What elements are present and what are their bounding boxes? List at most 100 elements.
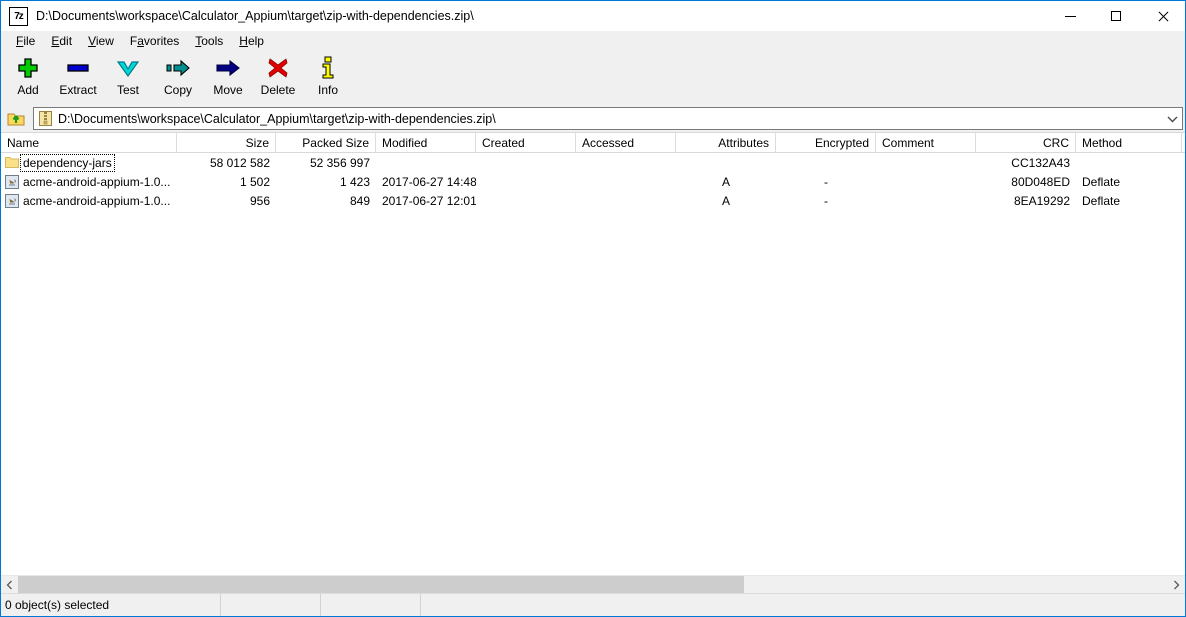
info-button[interactable]: Info [303,51,353,103]
address-field[interactable]: D:\Documents\workspace\Calculator_Appium… [33,107,1183,130]
info-label: Info [317,83,338,97]
status-bar: 0 object(s) selected [1,593,1185,616]
status-pane-4 [421,594,1185,616]
copy-label: Copy [163,83,192,97]
window-title: D:\Documents\workspace\Calculator_Appium… [36,9,474,23]
zip-archive-icon [39,111,52,126]
address-dropdown-button[interactable] [1162,108,1182,129]
up-folder-icon [7,113,25,125]
column-header-comment[interactable]: Comment [876,133,976,152]
cell-name[interactable]: acme-android-appium-1.0... [1,191,177,210]
table-row[interactable]: dependency-jars 58 012 582 52 356 997 CC… [1,153,1185,172]
address-path-text: D:\Documents\workspace\Calculator_Appium… [58,111,496,126]
file-list[interactable]: dependency-jars 58 012 582 52 356 997 CC… [1,153,1185,575]
copy-arrow-icon [165,55,191,81]
table-row[interactable]: acme-android-appium-1.0... 1 502 1 423 2… [1,172,1185,191]
delete-button[interactable]: Delete [253,51,303,103]
cell-encrypted: - [824,174,828,189]
app-logo-icon: 7z [9,6,28,26]
copy-button[interactable]: Copy [153,51,203,103]
cell-created [476,172,576,191]
cell-attributes: A [721,174,730,189]
plus-icon [17,55,39,81]
cell-size: 1 502 [239,174,270,189]
column-header-created[interactable]: Created [476,133,576,152]
minimize-button[interactable] [1047,1,1093,31]
minimize-icon [1064,15,1076,17]
column-header-modified[interactable]: Modified [376,133,476,152]
column-header-accessed[interactable]: Accessed [576,133,676,152]
cell-comment [876,153,976,172]
menu-item-tools[interactable]: Tools [187,32,231,50]
menu-item-favorites[interactable]: Favorites [122,32,187,50]
test-button[interactable]: Test [103,51,153,103]
close-button[interactable] [1139,1,1185,31]
cell-packed: 52 356 997 [309,155,370,170]
scroll-right-button[interactable] [1168,576,1185,593]
cell-comment [876,172,976,191]
delete-label: Delete [260,83,296,97]
column-header-size[interactable]: Size [177,133,276,152]
extract-button[interactable]: Extract [53,51,103,103]
column-header-crc[interactable]: CRC [976,133,1076,152]
chevron-down-icon [1167,116,1177,122]
file-name-text: acme-android-appium-1.0... [23,193,171,208]
column-header-method[interactable]: Method [1076,133,1182,152]
scrollbar-thumb[interactable] [18,576,744,593]
info-i-icon [319,55,337,81]
menu-item-view[interactable]: View [80,32,122,50]
column-header-name[interactable]: Name [1,133,177,152]
add-button[interactable]: Add [3,51,53,103]
menu-item-help[interactable]: Help [231,32,272,50]
cell-attributes: A [721,193,730,208]
column-header-packed-size[interactable]: Packed Size [276,133,376,152]
status-pane-3 [321,594,421,616]
cell-encrypted: - [824,193,828,208]
cell-name[interactable]: acme-android-appium-1.0... [1,172,177,191]
add-label: Add [17,83,39,97]
cell-packed: 849 [349,193,370,208]
cell-created [476,191,576,210]
folder-icon [5,156,19,169]
column-header-attributes[interactable]: Attributes [676,133,776,152]
cell-crc: CC132A43 [1011,155,1070,170]
cell-accessed [576,172,676,191]
horizontal-scrollbar[interactable] [1,575,1185,593]
chevron-down-icon [116,55,140,81]
scroll-left-button[interactable] [1,576,18,593]
cell-accessed [576,191,676,210]
cell-method [1076,153,1182,172]
up-folder-button[interactable] [3,106,29,131]
chevron-left-icon [6,580,12,589]
cell-accessed [576,153,676,172]
jar-file-icon [5,193,19,208]
extract-label: Extract [59,83,97,97]
move-button[interactable]: Move [203,51,253,103]
menu-item-file[interactable]: File [8,32,43,50]
chevron-right-icon [1174,580,1180,589]
cell-modified: 2017-06-27 14:48 [382,174,476,189]
move-label: Move [213,83,243,97]
seven-zip-window: 7z D:\Documents\workspace\Calculator_App… [0,0,1186,617]
column-header-encrypted[interactable]: Encrypted [776,133,876,152]
x-cross-icon [267,55,289,81]
move-arrow-icon [215,55,241,81]
cell-created [476,153,576,172]
cell-comment [876,191,976,210]
cell-modified: 2017-06-27 12:01 [382,193,476,208]
scrollbar-track[interactable] [18,576,1168,593]
jar-file-icon [5,174,19,189]
menu-item-edit[interactable]: Edit [43,32,80,50]
test-label: Test [116,83,139,97]
cell-name[interactable]: dependency-jars [1,153,177,172]
cell-crc: 8EA19292 [1013,193,1070,208]
cell-encrypted [776,153,876,172]
maximize-button[interactable] [1093,1,1139,31]
file-name-text: acme-android-appium-1.0... [23,174,171,189]
table-row[interactable]: acme-android-appium-1.0... 956 849 2017-… [1,191,1185,210]
column-header-row: Name Size Packed Size Modified Created A… [1,132,1185,153]
status-pane-2 [221,594,321,616]
cell-crc: 80D048ED [1011,174,1070,189]
cell-method: Deflate [1082,193,1121,208]
toolbar: Add Extract Test Copy Move Delete Info [1,51,1185,105]
